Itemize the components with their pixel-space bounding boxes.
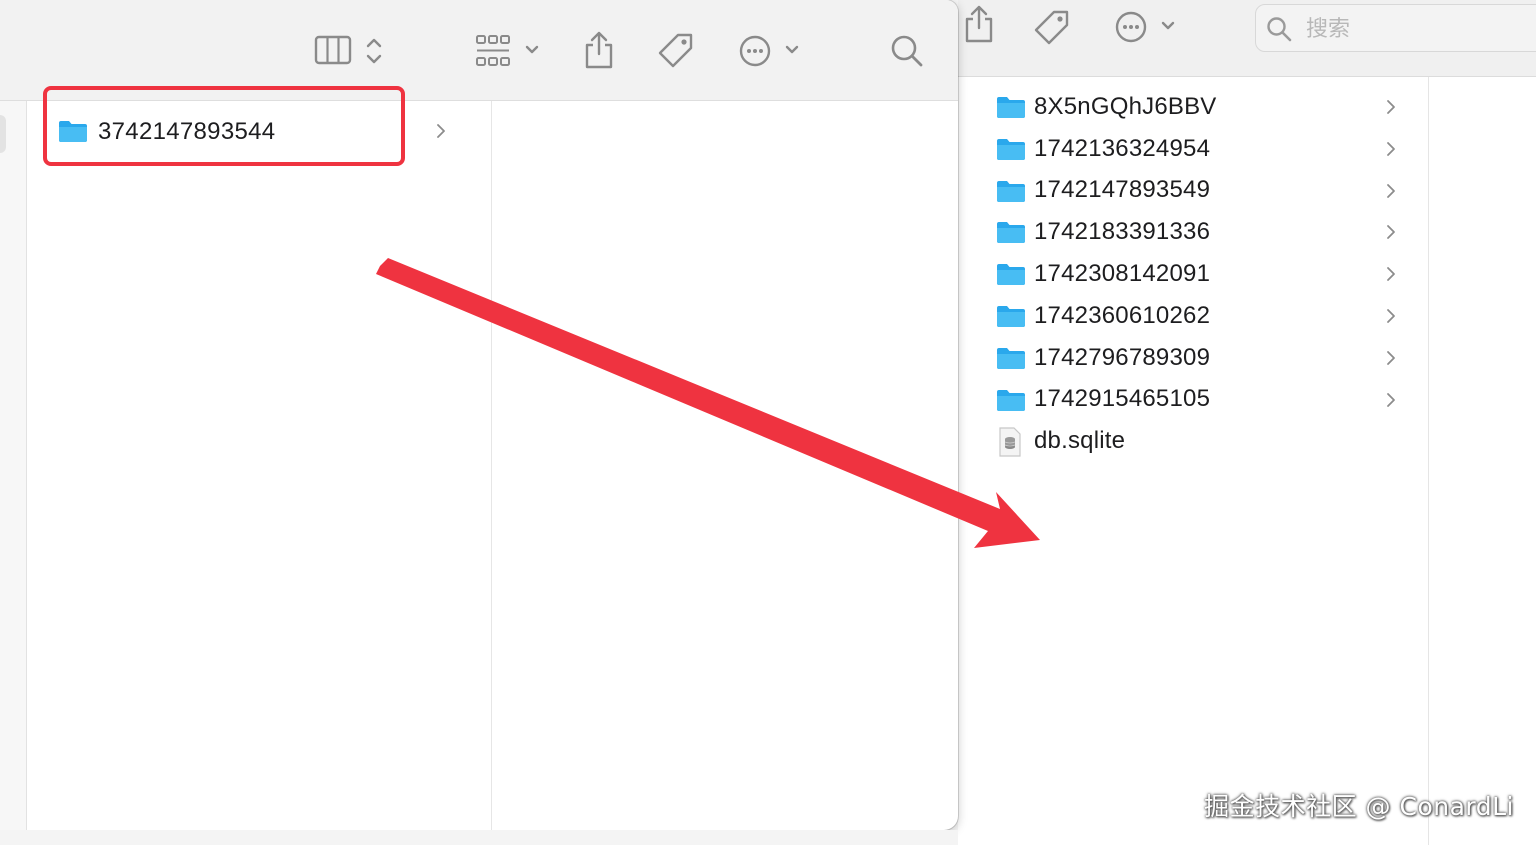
arrow-icon (376, 258, 1040, 548)
watermark: 掘金技术社区 @ ConardLi (1204, 792, 1514, 821)
arrow-annotation (376, 258, 1040, 548)
